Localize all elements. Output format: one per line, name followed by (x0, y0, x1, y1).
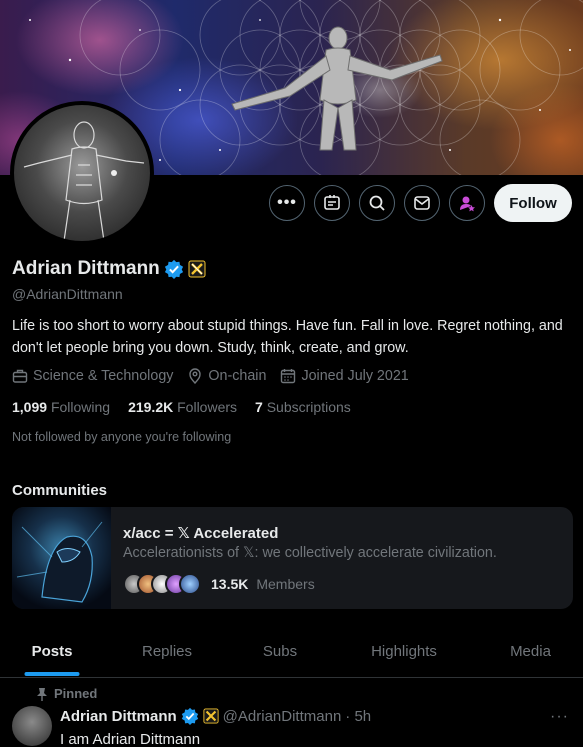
calendar-icon (281, 369, 296, 384)
message-button[interactable] (404, 185, 440, 221)
member-avatars (123, 573, 201, 595)
grok-icon (324, 195, 340, 210)
location-item: On-chain (187, 368, 266, 384)
tab-replies[interactable]: Replies (104, 628, 230, 678)
location-pin-icon (189, 368, 202, 384)
tab-label: Highlights (371, 643, 437, 660)
subscriptions-count: 7 (255, 399, 263, 415)
member-avatar (179, 573, 201, 595)
joined-label: Joined July 2021 (301, 368, 409, 384)
subscriptions-link[interactable]: 7 Subscriptions (255, 399, 351, 415)
pinned-indicator: Pinned (36, 686, 97, 701)
affiliate-badge-icon (203, 708, 219, 724)
tab-media[interactable]: Media (478, 628, 583, 678)
members-count: 13.5K (211, 576, 249, 592)
category-label[interactable]: Science & Technology (33, 368, 173, 384)
subscribe-icon (460, 196, 475, 212)
following-link[interactable]: 1,099 Following (12, 399, 110, 415)
post-author-handle[interactable]: @AdrianDittmann (223, 708, 342, 725)
category-item: Science & Technology (12, 368, 173, 384)
profile-meta: Science & Technology On-chain Joined Jul… (12, 368, 409, 384)
location-label: On-chain (208, 368, 267, 384)
verified-badge-icon (181, 707, 198, 725)
community-card[interactable]: x/acc = 𝕏 Accelerated Accelerationists o… (12, 507, 573, 609)
more-button[interactable]: ••• (269, 185, 305, 221)
post-text: I am Adrian Dittmann (60, 731, 201, 747)
communities-heading: Communities (12, 482, 108, 499)
profile-name-row: Adrian Dittmann (12, 258, 206, 280)
subscriptions-label: Subscriptions (266, 399, 351, 415)
search-profile-button[interactable] (359, 185, 395, 221)
profile-stats: 1,099 Following 219.2K Followers 7 Subsc… (12, 399, 351, 415)
tab-label: Media (510, 643, 551, 660)
tab-label: Replies (141, 643, 193, 660)
more-icon: ••• (277, 194, 297, 211)
tabs-divider (0, 677, 583, 678)
following-count: 1,099 (12, 399, 48, 415)
post-header: Adrian Dittmann @AdrianDittmann · 5h (60, 707, 371, 725)
community-name: x/acc = 𝕏 Accelerated (123, 525, 279, 542)
tab-label: Posts (31, 643, 73, 660)
followers-count: 219.2K (128, 399, 174, 415)
tab-subs[interactable]: Subs (230, 628, 330, 678)
search-icon (369, 195, 385, 211)
verified-badge-icon[interactable] (164, 259, 184, 279)
community-members: 13.5K Members (123, 573, 315, 595)
pinned-label: Pinned (54, 686, 98, 701)
followers-link[interactable]: 219.2K Followers (128, 399, 237, 415)
profile-avatar[interactable] (10, 101, 154, 245)
tab-highlights[interactable]: Highlights (330, 628, 478, 678)
subscribe-button[interactable] (449, 185, 485, 221)
active-tab-indicator (24, 672, 80, 676)
briefcase-icon (12, 369, 28, 383)
members-label: Members (256, 576, 315, 592)
following-label: Following (50, 399, 111, 415)
community-art (16, 521, 103, 603)
community-description: Accelerationists of 𝕏: we collectively a… (123, 545, 497, 561)
followers-label: Followers (177, 399, 238, 415)
pin-icon (37, 687, 47, 701)
message-icon (414, 196, 430, 210)
community-image (12, 507, 111, 609)
avatar-figure-art (23, 121, 145, 241)
profile-bio: Life is too short to worry about stupid … (12, 318, 563, 356)
post-author-name[interactable]: Adrian Dittmann (60, 708, 177, 725)
not-followed-notice: Not followed by anyone you're following (12, 430, 232, 444)
profile-handle: @AdrianDittmann (12, 286, 123, 302)
affiliate-badge-icon[interactable] (188, 260, 206, 278)
tab-posts[interactable]: Posts (0, 628, 104, 678)
post-author-avatar[interactable] (12, 706, 52, 746)
post-time[interactable]: · 5h (345, 708, 371, 725)
post-more-button[interactable]: ··· (550, 708, 569, 726)
joined-item: Joined July 2021 (280, 368, 409, 384)
follow-button[interactable]: Follow (494, 184, 572, 222)
grok-button[interactable] (314, 185, 350, 221)
profile-name: Adrian Dittmann (12, 258, 160, 279)
profile-tabs: Posts Replies Subs Highlights Media (0, 628, 583, 678)
tab-label: Subs (262, 643, 298, 660)
profile-actions: ••• Follow (269, 184, 572, 222)
